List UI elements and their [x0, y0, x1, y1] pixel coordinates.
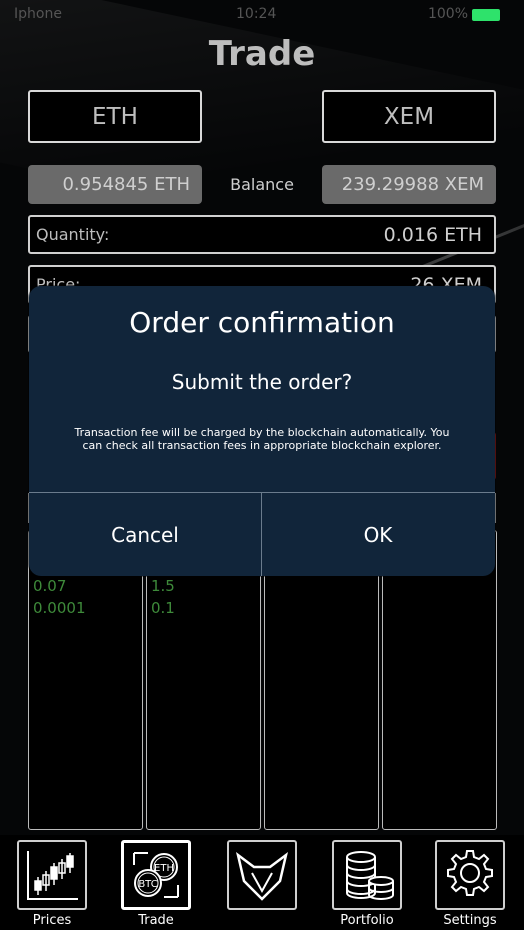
order-confirmation-dialog: Order confirmation Submit the order? Tra…	[29, 286, 495, 576]
order-book-value: 0.1	[151, 599, 175, 617]
nav-item-trade[interactable]: ETH BTC Trade	[120, 840, 192, 928]
nav-label: Settings	[443, 913, 497, 928]
svg-text:BTC: BTC	[138, 879, 157, 890]
coin-exchange-icon: ETH BTC	[121, 840, 191, 910]
nav-item-prices[interactable]: Prices	[16, 840, 88, 928]
status-bar: Iphone 10:24 100%	[0, 0, 524, 30]
balance-label: Balance	[230, 175, 294, 194]
dialog-body: Transaction fee will be charged by the b…	[74, 426, 450, 452]
ok-button[interactable]: OK	[262, 493, 494, 576]
quantity-label: Quantity:	[36, 225, 110, 244]
order-book-value: 0.0001	[33, 599, 86, 617]
base-balance: 0.954845 ETH	[28, 165, 202, 204]
nav-label: Portfolio	[340, 913, 394, 928]
dialog-subtitle: Submit the order?	[171, 370, 353, 394]
cancel-button[interactable]: Cancel	[29, 493, 261, 576]
order-book-value: 1.5	[151, 577, 175, 595]
battery-icon	[472, 9, 500, 21]
nav-item-home[interactable]	[226, 840, 298, 913]
candlestick-chart-icon	[17, 840, 87, 910]
dialog-title: Order confirmation	[129, 306, 395, 339]
page-title: Trade	[208, 34, 316, 74]
quantity-value: 0.016	[383, 223, 439, 246]
battery-percent: 100%	[427, 6, 468, 22]
quote-currency-button[interactable]: XEM	[322, 90, 496, 143]
nav-label: Trade	[138, 913, 174, 928]
carrier-label: Iphone	[14, 6, 62, 22]
gear-icon	[435, 840, 505, 910]
quantity-unit: ETH	[444, 223, 482, 246]
quote-balance: 239.29988 XEM	[322, 165, 496, 204]
quantity-value-group: 0.016 ETH	[384, 224, 482, 246]
order-book-value: 0.07	[33, 577, 67, 595]
quantity-field[interactable]: Quantity: 0.016 ETH	[28, 215, 496, 254]
trade-screen: Iphone 10:24 100% Trade ETH XEM 0.954845…	[0, 0, 524, 930]
base-currency-button[interactable]: ETH	[28, 90, 202, 143]
nav-item-portfolio[interactable]: Portfolio	[331, 840, 403, 928]
nav-label: Prices	[32, 913, 72, 928]
coin-stack-icon	[332, 840, 402, 910]
nav-item-settings[interactable]: Settings	[434, 840, 506, 928]
fox-logo-icon	[227, 840, 297, 910]
status-time: 10:24	[236, 6, 277, 22]
